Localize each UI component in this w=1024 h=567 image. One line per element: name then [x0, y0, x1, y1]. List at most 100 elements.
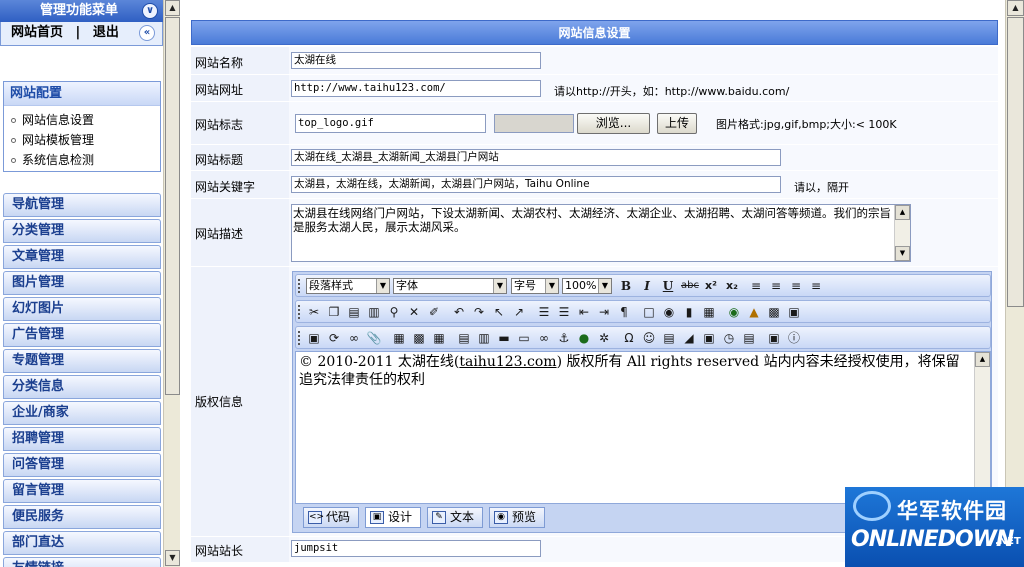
table-props-icon[interactable]: ▦ — [701, 304, 717, 320]
strikethrough-icon[interactable]: abc — [680, 278, 700, 294]
find-icon[interactable]: ⚲ — [386, 304, 402, 320]
editor-scrollbar[interactable]: ▲ — [974, 352, 990, 503]
site-title-input[interactable]: 太湖在线_太湖县_太湖新闻_太湖县门户网站 — [291, 149, 781, 166]
logout-link[interactable]: 退出 — [93, 25, 119, 40]
cut-icon[interactable]: ✂ — [306, 304, 322, 320]
home-link[interactable]: 网站首页 — [11, 25, 63, 40]
file-path-field[interactable] — [494, 114, 574, 133]
sidebar-scrollbar[interactable]: ▲ ▼ — [163, 0, 180, 567]
image-icon[interactable]: ▣ — [786, 304, 802, 320]
attachment-icon[interactable]: 📎 — [366, 330, 382, 346]
text-color-icon[interactable]: □ — [641, 304, 657, 320]
ordered-list-icon[interactable]: ☰ — [536, 304, 552, 320]
template-icon[interactable]: ▤ — [661, 330, 677, 346]
scroll-down-icon[interactable]: ▼ — [895, 246, 910, 261]
subscript-icon[interactable]: x₂ — [724, 278, 740, 294]
insert-image-icon[interactable]: ▣ — [306, 330, 322, 346]
site-url-input[interactable]: http://www.taihu123.com/ — [291, 80, 541, 97]
nav-item-ads[interactable]: 广告管理 — [3, 323, 161, 347]
marquee-icon[interactable]: ◢ — [681, 330, 697, 346]
font-family-select[interactable]: 字体 ▼ — [393, 278, 507, 294]
nav-item-departments[interactable]: 部门直达 — [3, 531, 161, 555]
insert-flash-icon[interactable]: ⟳ — [326, 330, 342, 346]
editor-content-area[interactable]: © 2010-2011 太湖在线(taihu123.com) 版权所有 All … — [295, 351, 991, 504]
upload-icon[interactable]: ▲ — [746, 304, 762, 320]
globe-icon[interactable]: ◉ — [726, 304, 742, 320]
nav-item-article[interactable]: 文章管理 — [3, 245, 161, 269]
scroll-thumb[interactable] — [165, 17, 180, 395]
paste-text-icon[interactable]: ▥ — [366, 304, 382, 320]
nav-item-topics[interactable]: 专题管理 — [3, 349, 161, 373]
site-description-textarea[interactable]: 太湖县在线网络门户网站，下设太湖新闻、太湖农村、太湖经济、太湖企业、太湖招聘、太… — [291, 204, 911, 262]
pointer-icon[interactable]: ↗ — [511, 304, 527, 320]
delete-icon[interactable]: ✕ — [406, 304, 422, 320]
align-center-icon[interactable]: ≡ — [768, 278, 784, 294]
zoom-select[interactable]: 100% ▼ — [562, 278, 612, 294]
about-icon[interactable]: ⓘ — [786, 330, 802, 346]
sidebar-item-system-check[interactable]: 系统信息检测 — [11, 150, 160, 170]
chain-icon[interactable]: ∞ — [536, 330, 552, 346]
highlight-icon[interactable]: ◉ — [661, 304, 677, 320]
paragraph-icon[interactable]: ¶ — [616, 304, 632, 320]
anchor-icon[interactable]: ⚓ — [556, 330, 572, 346]
nav-item-qa[interactable]: 问答管理 — [3, 453, 161, 477]
fullscreen-icon[interactable]: ▣ — [766, 330, 782, 346]
site-logo-input[interactable]: top_logo.gif — [295, 114, 486, 133]
tab-preview[interactable]: ◉ 预览 — [489, 507, 545, 528]
select-icon[interactable]: ↖ — [491, 304, 507, 320]
nav-item-guestbook[interactable]: 留言管理 — [3, 479, 161, 503]
scroll-up-icon[interactable]: ▲ — [895, 205, 910, 220]
emoticon-icon[interactable]: ☺ — [641, 330, 657, 346]
nav-item-jobs[interactable]: 招聘管理 — [3, 427, 161, 451]
upload-button[interactable]: 上传 — [657, 113, 697, 134]
align-left-icon[interactable]: ≡ — [748, 278, 764, 294]
paragraph-style-select[interactable]: 段落样式 ▼ — [306, 278, 390, 294]
tab-code[interactable]: <> 代码 — [303, 507, 359, 528]
outdent-icon[interactable]: ⇤ — [576, 304, 592, 320]
site-keywords-input[interactable]: 太湖县，太湖在线，太湖新闻，太湖县门户网站，Taihu Online — [291, 176, 781, 193]
media-icon[interactable]: ▩ — [766, 304, 782, 320]
webmaster-input[interactable]: jumpsit — [291, 540, 541, 557]
toolbar-grip-icon[interactable] — [298, 305, 300, 319]
nav-item-image[interactable]: 图片管理 — [3, 271, 161, 295]
scroll-up-icon[interactable]: ▲ — [165, 0, 180, 16]
nav-item-category[interactable]: 分类管理 — [3, 219, 161, 243]
scroll-down-icon[interactable]: ▼ — [165, 550, 180, 566]
copy-icon[interactable]: ❐ — [326, 304, 342, 320]
nav-item-navigation[interactable]: 导航管理 — [3, 193, 161, 217]
align-right-icon[interactable]: ≡ — [788, 278, 804, 294]
scroll-up-icon[interactable]: ▲ — [1007, 0, 1024, 16]
insert-row-icon[interactable]: ▤ — [456, 330, 472, 346]
input-field-icon[interactable]: ▭ — [516, 330, 532, 346]
insert-column-icon[interactable]: ▥ — [476, 330, 492, 346]
toolbar-grip-icon[interactable] — [298, 279, 300, 293]
sidebar-item-template[interactable]: 网站模板管理 — [11, 130, 160, 150]
table-color-icon[interactable]: ▩ — [411, 330, 427, 346]
browse-button[interactable]: 浏览... — [577, 113, 650, 134]
bold-icon[interactable]: B — [618, 278, 634, 294]
nav-item-business[interactable]: 企业/商家 — [3, 401, 161, 425]
tab-text[interactable]: ✎ 文本 — [427, 507, 483, 528]
nav-item-slideshow[interactable]: 幻灯图片 — [3, 297, 161, 321]
sidebar-item-site-info[interactable]: 网站信息设置 — [11, 110, 160, 130]
collapse-menu-icon[interactable]: ∨ — [142, 3, 158, 19]
insert-table-icon[interactable]: ▦ — [391, 330, 407, 346]
map-icon[interactable]: ● — [576, 330, 592, 346]
font-size-select[interactable]: 字号 ▼ — [511, 278, 559, 294]
main-scrollbar[interactable]: ▲ — [1005, 0, 1024, 567]
horizontal-rule-icon[interactable]: ▬ — [496, 330, 512, 346]
time-icon[interactable]: ◷ — [721, 330, 737, 346]
underline-icon[interactable]: U — [660, 278, 676, 294]
superscript-icon[interactable]: x² — [703, 278, 719, 294]
nav-item-classifieds[interactable]: 分类信息 — [3, 375, 161, 399]
justify-icon[interactable]: ≡ — [808, 278, 824, 294]
scroll-up-icon[interactable]: ▲ — [975, 352, 990, 367]
toolbar-grip-icon[interactable] — [298, 331, 300, 345]
copyright-link[interactable]: taihu123.com — [459, 354, 556, 370]
insert-link-icon[interactable]: ∞ — [346, 330, 362, 346]
unordered-list-icon[interactable]: ☰ — [556, 304, 572, 320]
special-char-icon[interactable]: Ω — [621, 330, 637, 346]
unlink-icon[interactable]: ✲ — [596, 330, 612, 346]
page-break-icon[interactable]: ▤ — [741, 330, 757, 346]
grid-icon[interactable]: ▦ — [431, 330, 447, 346]
